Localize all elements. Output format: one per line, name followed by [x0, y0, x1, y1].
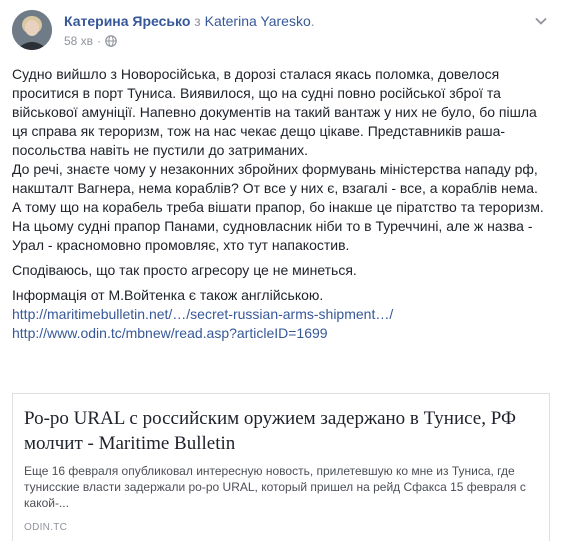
- post-meta: 58 хв ·: [64, 34, 117, 48]
- card-source: ODIN.TC: [24, 522, 68, 533]
- facebook-post: Катерина Яресько з Katerina Yaresko. 58 …: [0, 0, 562, 541]
- chevron-down-icon[interactable]: [534, 14, 548, 28]
- page-name[interactable]: Katerina Yaresko: [205, 13, 311, 29]
- card-description: Еще 16 февраля опубликовал интересную но…: [24, 464, 526, 510]
- post-link[interactable]: http://maritimebulletin.net/…/secret-rus…: [12, 305, 548, 324]
- via-text: з: [190, 13, 205, 29]
- globe-icon[interactable]: [105, 35, 117, 47]
- post-paragraph: Сподіваюсь, що так просто агресору це не…: [12, 262, 357, 278]
- card-title[interactable]: Ро-ро URAL с российским оружием задержан…: [24, 406, 539, 456]
- avatar[interactable]: [12, 10, 52, 50]
- author-name[interactable]: Катерина Яресько: [64, 13, 190, 29]
- page-suffix: .: [310, 13, 315, 29]
- post-author-line: Катерина Яресько з Katerina Yaresko.: [64, 13, 315, 29]
- post-link[interactable]: http://www.odin.tc/mbnew/read.asp?articl…: [12, 324, 548, 343]
- post-timestamp[interactable]: 58 хв: [64, 34, 93, 48]
- meta-separator: ·: [97, 34, 102, 48]
- post-paragraph: Судно вийшло з Новоросійська, в дорозі с…: [12, 66, 537, 158]
- avatar-image: [12, 10, 52, 50]
- post-body: Судно вийшло з Новоросійська, в дорозі с…: [12, 65, 548, 343]
- post-paragraph: До речі, знаєте чому у незаконних збройн…: [12, 161, 544, 253]
- link-preview-card[interactable]: Ро-ро URAL с российским оружием задержан…: [12, 393, 550, 541]
- post-paragraph: Інформація от М.Войтенка є також англійс…: [12, 287, 324, 303]
